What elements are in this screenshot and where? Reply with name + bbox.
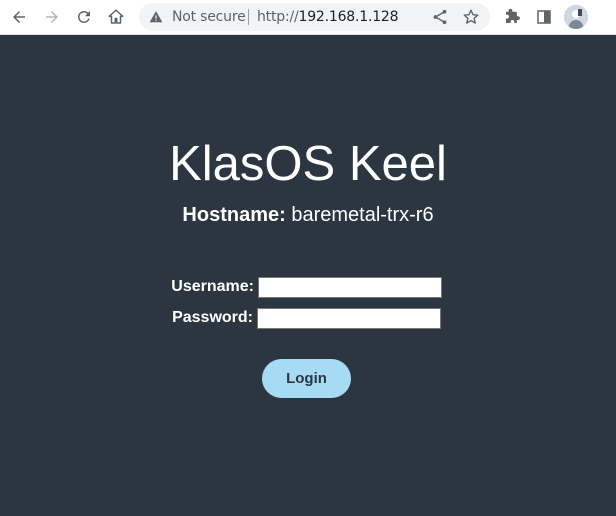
hostname-value: baremetal-trx-r6 bbox=[291, 204, 434, 226]
reload-icon[interactable] bbox=[72, 5, 96, 29]
omnibox-separator bbox=[248, 9, 249, 25]
profile-avatar[interactable] bbox=[564, 5, 588, 29]
back-icon[interactable] bbox=[7, 5, 31, 29]
share-icon[interactable] bbox=[431, 8, 449, 26]
forward-icon[interactable] bbox=[40, 5, 64, 29]
password-input[interactable] bbox=[257, 308, 441, 329]
url-host: 192.168.1.128 bbox=[298, 9, 399, 25]
password-row: Password: bbox=[0, 307, 253, 329]
username-label: Username: bbox=[171, 278, 254, 295]
address-bar[interactable]: Not secure http://192.168.1.128 bbox=[139, 3, 490, 31]
url-text[interactable]: http://192.168.1.128 bbox=[257, 9, 399, 25]
bookmark-star-icon[interactable] bbox=[462, 8, 480, 26]
username-input[interactable] bbox=[258, 277, 442, 298]
username-row: Username: bbox=[0, 276, 254, 298]
warning-icon[interactable] bbox=[149, 10, 163, 24]
browser-toolbar: Not secure http://192.168.1.128 bbox=[0, 0, 616, 35]
security-status-label[interactable]: Not secure bbox=[172, 9, 246, 25]
side-panel-icon[interactable] bbox=[532, 5, 556, 29]
home-icon[interactable] bbox=[104, 5, 128, 29]
extensions-icon[interactable] bbox=[500, 5, 524, 29]
page-title: KlasOS Keel bbox=[169, 137, 447, 191]
login-button[interactable]: Login bbox=[262, 359, 351, 398]
hostname-label: Hostname: bbox=[182, 204, 286, 226]
password-label: Password: bbox=[172, 309, 253, 326]
hostname-line: Hostname: baremetal-trx-r6 bbox=[0, 204, 616, 227]
url-scheme: http:// bbox=[257, 9, 299, 25]
